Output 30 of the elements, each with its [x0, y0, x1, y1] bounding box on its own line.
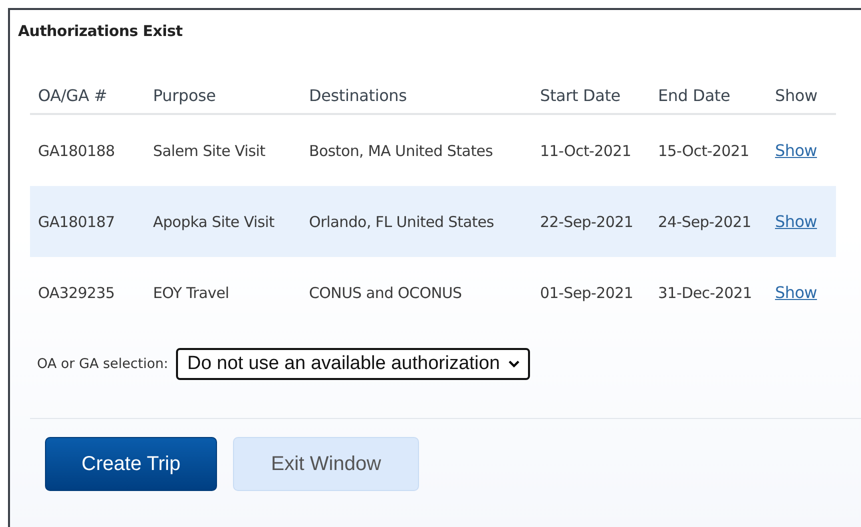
table-cell: Boston, MA United States	[309, 142, 493, 160]
table-cell: GA180188	[38, 142, 115, 160]
table-cell: CONUS and OCONUS	[309, 284, 462, 302]
table-cell: Orlando, FL United States	[309, 212, 494, 230]
exit-window-button[interactable]: Exit Window	[233, 437, 419, 491]
authorization-dropdown[interactable]: Do not use an available authorization	[176, 348, 530, 380]
table-cell: 15-Oct-2021	[658, 142, 750, 160]
table-cell: EOY Travel	[153, 284, 229, 302]
column-header: Show	[775, 86, 818, 105]
show-link[interactable]: Show	[775, 282, 817, 302]
table-cell: Salem Site Visit	[153, 142, 266, 160]
column-header: Purpose	[153, 86, 216, 105]
column-header: OA/GA #	[38, 86, 108, 105]
table-cell: 01-Sep-2021	[540, 284, 634, 302]
table-cell: 31-Dec-2021	[658, 284, 752, 302]
table-cell: 24-Sep-2021	[658, 212, 752, 230]
table-cell: Apopka Site Visit	[153, 212, 274, 230]
column-header: Destinations	[309, 86, 407, 105]
table-cell: GA180187	[38, 212, 115, 230]
create-trip-button[interactable]: Create Trip	[45, 437, 217, 491]
table-cell: OA329235	[38, 284, 115, 302]
selection-label: OA or GA selection:	[37, 356, 168, 372]
table-cell: 11-Oct-2021	[540, 142, 632, 160]
show-link[interactable]: Show	[775, 212, 817, 230]
table-cell: 22-Sep-2021	[540, 212, 634, 230]
chevron-down-icon	[508, 360, 520, 368]
column-header: End Date	[658, 86, 730, 105]
window-title: Authorizations Exist	[17, 21, 184, 40]
column-header: Start Date	[540, 86, 620, 105]
show-link[interactable]: Show	[775, 140, 817, 160]
